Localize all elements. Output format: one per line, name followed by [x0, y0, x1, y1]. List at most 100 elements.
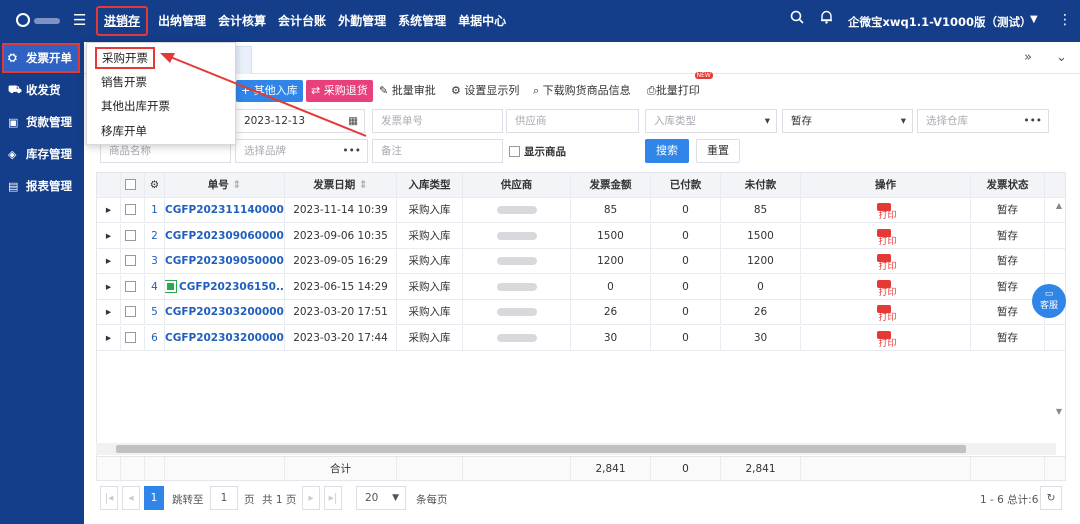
- search-icon: ⌕: [533, 84, 543, 97]
- table-row[interactable]: ▸ 3 CGFP2023090500001 2023-09-05 16:29 采…: [97, 249, 1065, 274]
- scrollbar-thumb[interactable]: [116, 445, 966, 453]
- horizontal-scrollbar[interactable]: [96, 443, 1056, 455]
- sidebar-item-inventory[interactable]: ◈ 库存管理: [0, 138, 84, 170]
- search-icon[interactable]: [790, 10, 804, 28]
- col-header-no[interactable]: 单号 ⇕: [165, 173, 285, 198]
- sidebar-item-shipping[interactable]: ⛟ 收发货: [0, 74, 84, 106]
- nav-documents[interactable]: 单据中心: [452, 0, 512, 42]
- goto-page-input[interactable]: 1: [210, 486, 238, 510]
- table-row[interactable]: ▸ 1 CGFP2023111400001 2023-11-14 10:39 采…: [97, 198, 1065, 223]
- expand-row-icon[interactable]: ▸: [97, 198, 121, 223]
- invoice-number-link[interactable]: CGFP2023090600002: [165, 230, 284, 242]
- print-button[interactable]: 打印: [801, 325, 971, 351]
- table-row[interactable]: ▸ 6 CGFP2023032000001 2023-03-20 17:44 采…: [97, 325, 1065, 351]
- print-button[interactable]: 打印: [801, 223, 971, 249]
- col-header-paid: 已付款: [651, 173, 721, 198]
- brand-select[interactable]: 选择品牌 •••: [235, 139, 368, 163]
- customer-service-button[interactable]: ▭ 客服: [1032, 284, 1066, 318]
- page-size-select[interactable]: 20 ▼: [356, 486, 406, 510]
- next-page-button[interactable]: ▸: [302, 486, 320, 510]
- menu-item-sales-invoice[interactable]: 销售开票: [95, 72, 153, 92]
- download-goods-button[interactable]: ⌕ 下载购货商品信息: [528, 80, 636, 102]
- summary-spacer: [397, 457, 463, 482]
- sidebar-item-invoice[interactable]: ⛭ 发票开单: [2, 43, 80, 73]
- sidebar-item-payment[interactable]: ▣ 货款管理: [0, 106, 84, 138]
- expand-row-icon[interactable]: ▸: [97, 325, 121, 351]
- caret-down-icon: ▾: [764, 115, 770, 127]
- batch-print-button[interactable]: ⎙批量打印 NEW: [642, 72, 713, 102]
- invoice-number-link[interactable]: CGFP202306150...: [179, 281, 284, 293]
- col-header-date[interactable]: 发票日期 ⇕: [285, 173, 397, 198]
- invoice-number-link[interactable]: CGFP2023111400001: [165, 204, 284, 216]
- expand-row-icon[interactable]: ▸: [97, 300, 121, 325]
- invoice-number-link[interactable]: CGFP2023032000002: [165, 306, 284, 318]
- sidebar-item-reports[interactable]: ▤ 报表管理: [0, 170, 84, 202]
- nav-jinxiaocun[interactable]: 进销存: [96, 6, 149, 36]
- nav-field[interactable]: 外勤管理: [332, 0, 392, 42]
- page-1-button[interactable]: 1: [144, 486, 164, 510]
- menu-item-other-outbound[interactable]: 其他出库开票: [95, 96, 176, 116]
- chevron-down-icon[interactable]: ⌄: [1056, 50, 1067, 65]
- chevron-down-icon[interactable]: ▼: [1030, 14, 1038, 25]
- remark-input[interactable]: 备注: [372, 139, 503, 163]
- warehouse-select[interactable]: 选择仓库 •••: [917, 109, 1049, 133]
- invoice-number-link[interactable]: CGFP2023090500001: [165, 255, 284, 267]
- row-checkbox[interactable]: [121, 198, 145, 223]
- batch-approve-button[interactable]: ✎ 批量审批: [374, 80, 441, 102]
- scroll-down-icon[interactable]: ▼: [1056, 407, 1062, 416]
- expand-row-icon[interactable]: ▸: [97, 249, 121, 274]
- nav-accounting[interactable]: 会计核算: [212, 0, 272, 42]
- print-button[interactable]: 打印: [801, 300, 971, 325]
- other-inbound-button[interactable]: + 其他入库: [236, 80, 303, 102]
- first-page-button[interactable]: |◂: [100, 486, 118, 510]
- last-page-button[interactable]: ▸|: [324, 486, 342, 510]
- double-chevron-right-icon[interactable]: »: [1024, 50, 1032, 65]
- supplier-input[interactable]: 供应商: [506, 109, 639, 133]
- invoice-no-input[interactable]: 发票单号: [372, 109, 503, 133]
- status-select[interactable]: 暂存 ▾: [782, 109, 913, 133]
- bell-icon[interactable]: [820, 10, 833, 28]
- user-avatar-icon[interactable]: [16, 13, 30, 27]
- expand-row-icon[interactable]: ▸: [97, 274, 121, 300]
- more-vertical-icon[interactable]: ⋮: [1058, 12, 1072, 28]
- search-button[interactable]: 搜索: [645, 139, 689, 163]
- reset-button[interactable]: 重置: [696, 139, 740, 163]
- row-checkbox[interactable]: [121, 223, 145, 249]
- cell-unpaid: 1200: [721, 249, 801, 274]
- table-row[interactable]: ▸ 5 CGFP2023032000002 2023-03-20 17:51 采…: [97, 300, 1065, 325]
- company-name[interactable]: 企微宝xwq1.1-V1000版（测试）: [848, 14, 1032, 30]
- nav-system[interactable]: 系统管理: [392, 0, 452, 42]
- row-index: 4: [145, 274, 165, 300]
- table-row[interactable]: ▸ 2 CGFP2023090600002 2023-09-06 10:35 采…: [97, 223, 1065, 249]
- row-checkbox[interactable]: [121, 300, 145, 325]
- cell-date: 2023-03-20 17:51: [285, 300, 397, 325]
- print-button[interactable]: 打印: [801, 198, 971, 223]
- menu-item-transfer[interactable]: 移库开单: [95, 121, 153, 141]
- show-goods-checkbox[interactable]: 显示商品: [509, 144, 566, 159]
- menu-icon[interactable]: ☰: [73, 11, 86, 29]
- expand-row-icon[interactable]: ▸: [97, 223, 121, 249]
- nav-ledger[interactable]: 会计台账: [272, 0, 332, 42]
- select-all-checkbox[interactable]: [121, 173, 145, 198]
- cell-status: 暂存: [971, 223, 1045, 249]
- row-checkbox[interactable]: [121, 274, 145, 300]
- in-type-select[interactable]: 入库类型 ▾: [645, 109, 777, 133]
- date-field[interactable]: 2023-12-13 ▦: [235, 109, 365, 133]
- purchase-return-button[interactable]: ⇄ 采购退货: [306, 80, 373, 102]
- pagination: |◂ ◂ 1 跳转至 1 页 共 1 页 ▸ ▸| 20 ▼ 条每页 1 - 6 …: [96, 484, 1066, 512]
- refresh-icon[interactable]: ↻: [1040, 486, 1062, 510]
- menu-item-purchase-invoice[interactable]: 采购开票: [95, 47, 155, 69]
- scroll-up-icon[interactable]: ▲: [1056, 201, 1062, 210]
- display-columns-button[interactable]: ⚙ 设置显示列: [446, 80, 525, 102]
- row-checkbox[interactable]: [121, 325, 145, 351]
- settings-header[interactable]: ⚙: [145, 173, 165, 198]
- prev-page-button[interactable]: ◂: [122, 486, 140, 510]
- invoice-number-link[interactable]: CGFP2023032000001: [165, 332, 284, 344]
- print-button[interactable]: 打印: [801, 249, 971, 274]
- blurred-supplier: [496, 257, 537, 265]
- print-button[interactable]: 打印: [801, 274, 971, 300]
- nav-cashier[interactable]: 出纳管理: [152, 0, 212, 42]
- blurred-supplier: [496, 333, 537, 342]
- table-row[interactable]: ▸ 4 CGFP202306150... 2023-06-15 14:29 采购…: [97, 274, 1065, 300]
- row-checkbox[interactable]: [121, 249, 145, 274]
